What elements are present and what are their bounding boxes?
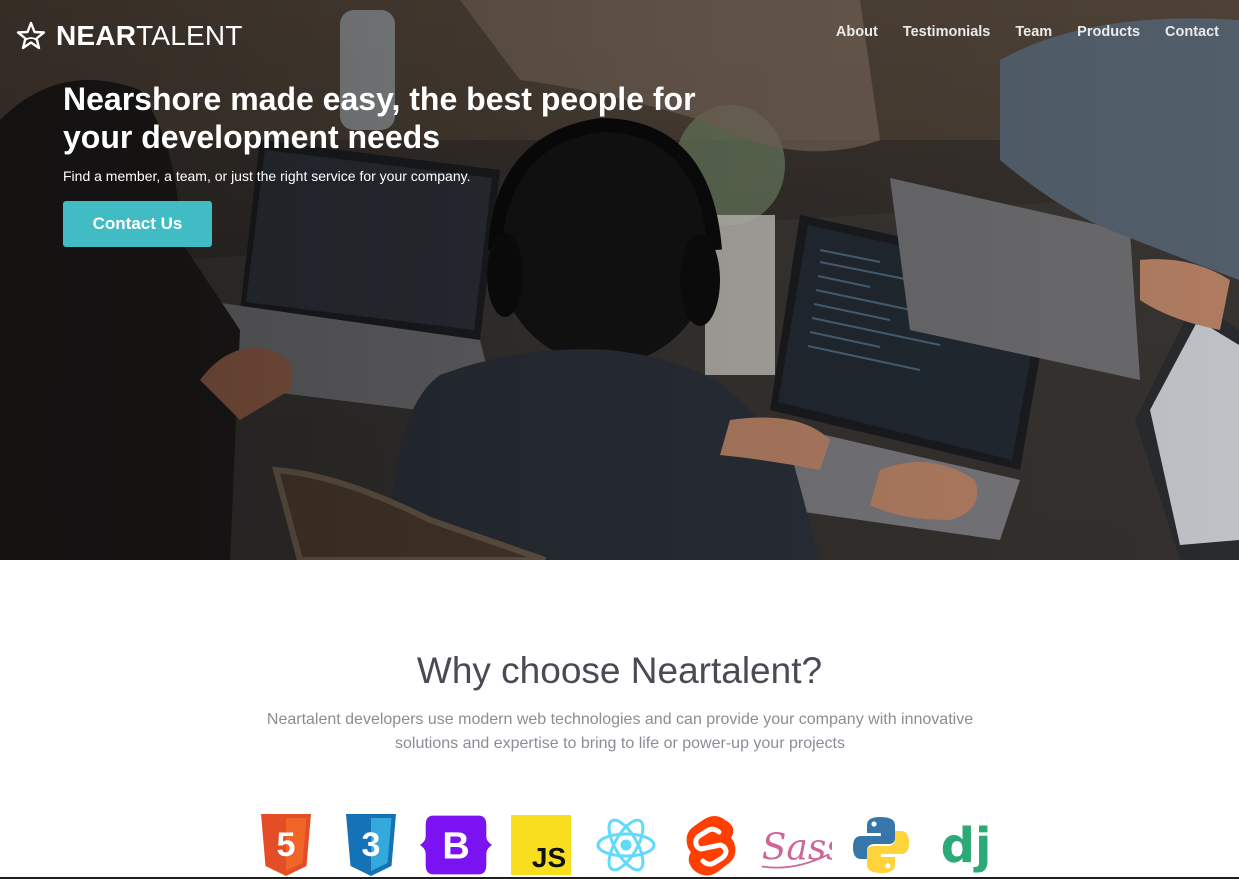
nav-item-team[interactable]: Team: [1015, 22, 1052, 42]
django-label: dj: [941, 818, 992, 874]
hero-subtitle: Find a member, a team, or just the right…: [63, 168, 471, 184]
tech-html5: 5: [250, 812, 322, 878]
tech-bootstrap: B: [420, 812, 492, 878]
tech-svelte: [675, 812, 747, 878]
tech-sass: Sass: [760, 812, 832, 878]
nav-item-products[interactable]: Products: [1077, 22, 1140, 42]
why-section-title: Why choose Neartalent?: [416, 650, 823, 691]
hero-title: Nearshore made easy, the best people for…: [63, 81, 696, 155]
html5-label: 5: [277, 826, 296, 864]
javascript-label: JS: [532, 842, 566, 873]
brand-name: NEARTALENT: [56, 20, 243, 52]
bootstrap-label: B: [442, 825, 469, 867]
javascript-icon: JS: [511, 815, 571, 875]
nav-item-testimonials[interactable]: Testimonials: [903, 22, 991, 42]
tech-react: [590, 812, 662, 878]
nav-item-contact[interactable]: Contact: [1165, 22, 1219, 42]
bootstrap-icon: B: [420, 815, 492, 875]
brand-name-strong: NEAR: [56, 20, 137, 51]
technology-logos: 5 3 B JS Sas dj: [250, 812, 1015, 878]
svelte-icon: [686, 816, 736, 876]
nav-item-about[interactable]: About: [836, 22, 878, 42]
sass-label: Sass: [762, 828, 832, 869]
hero-section: NEARTALENT About Testimonials Team Produ…: [0, 0, 1239, 560]
main-nav: About Testimonials Team Products Contact: [836, 22, 1219, 42]
tech-javascript: JS: [505, 812, 577, 878]
brand-name-light: TALENT: [136, 20, 243, 51]
star-outline-icon: [16, 21, 46, 50]
html5-icon: 5: [261, 814, 311, 876]
css3-label: 3: [362, 826, 381, 864]
react-icon: [596, 818, 656, 872]
python-icon: [853, 817, 909, 873]
django-icon: dj: [941, 818, 992, 874]
brand-logo[interactable]: NEARTALENT: [16, 20, 243, 52]
css3-icon: 3: [346, 814, 396, 876]
tech-css3: 3: [335, 812, 407, 878]
why-section-text: Neartalent developers use modern web tec…: [266, 711, 974, 752]
tech-django: dj: [930, 812, 1002, 878]
sass-icon: Sass: [761, 828, 832, 869]
tech-python: [845, 812, 917, 878]
contact-us-button[interactable]: Contact Us: [63, 201, 212, 247]
